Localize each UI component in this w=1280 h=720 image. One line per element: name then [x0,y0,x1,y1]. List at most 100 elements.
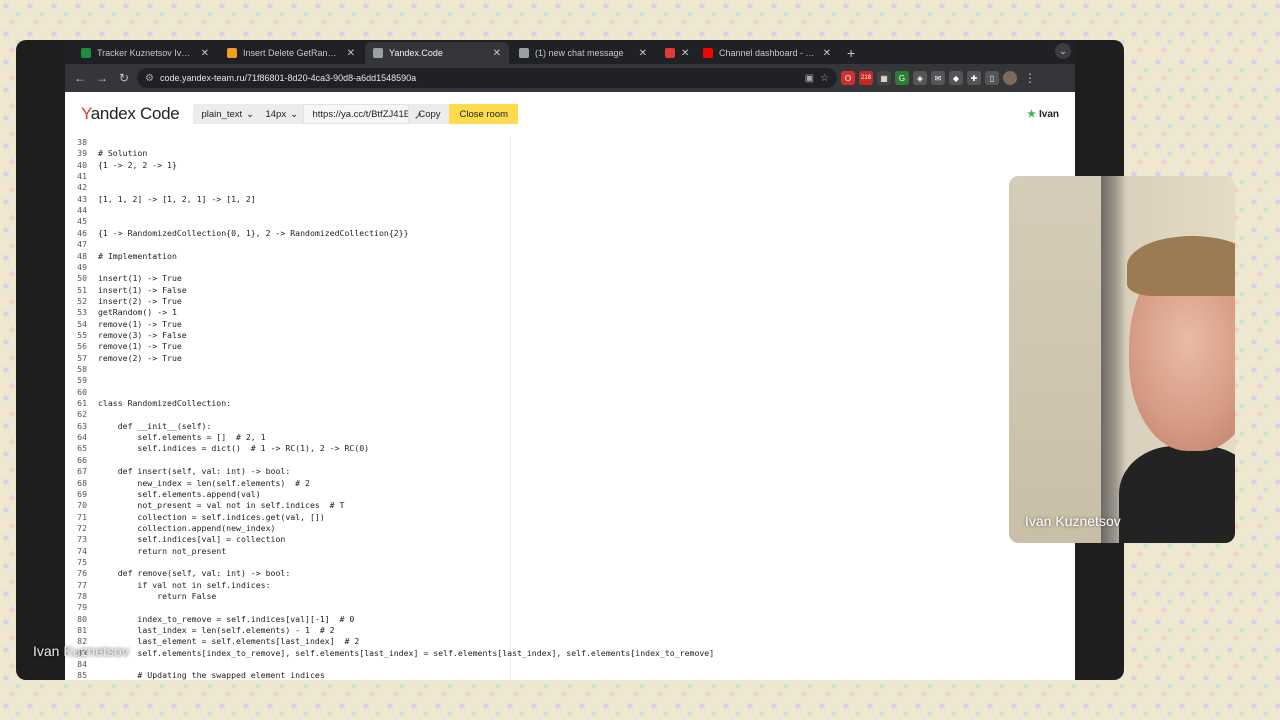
chevron-down-icon: ⌄ [246,108,255,120]
browser-tab[interactable]: Insert Delete GetRandom O(1) ✕ [219,42,363,64]
line-number: 54 [77,318,87,329]
browser-tab[interactable]: Tracker Kuznetsov Ivan - Goo ✕ [73,42,217,64]
line-number: 67 [77,466,87,477]
address-url: code.yandex-team.ru/71f86801-8d20-4ca3-9… [159,73,417,83]
tab-favicon-icon [227,48,237,58]
line-code: return False [98,591,217,601]
line-number: 69 [77,488,87,499]
line-number: 73 [77,534,87,545]
line-code: not_present = val not in self.indices # … [98,500,345,511]
tab-close-icon[interactable]: ✕ [493,48,501,59]
browser-menu-icon[interactable]: ⋮ [1021,69,1039,87]
line-number: 66 [77,454,87,465]
profile-avatar-icon[interactable] [1003,71,1017,85]
line-code: self.elements = [] # 2, 1 [98,432,266,443]
line-code: # Implementation [98,250,177,261]
code-line: 60 [65,387,98,398]
back-icon[interactable]: ← [71,69,89,87]
tab-close-icon[interactable]: ✕ [681,48,689,59]
extension-chat-icon[interactable]: ✉ [931,71,945,85]
font-size-select[interactable]: 14px ⌄ [257,104,303,124]
close-room-button[interactable]: Close room [449,104,519,124]
extension-grammar-icon[interactable]: G [895,71,909,85]
participant-name: Ivan Kuznetsov [1025,513,1121,529]
reload-icon[interactable]: ↻ [115,69,133,87]
line-number: 61 [77,398,87,409]
extension-grid-icon[interactable]: ▦ [877,71,891,85]
address-bar[interactable]: ⚙ code.yandex-team.ru/71f86801-8d20-4ca3… [137,68,837,88]
line-code: if val not in self.indices: [98,579,271,590]
code-editor[interactable]: 38 39 # Solution 40 {1 -> 2, 2 -> 1} 41 42 43 [1… [65,136,1075,680]
line-number: 81 [77,625,87,636]
browser-tab[interactable]: ✕ [657,42,693,64]
room-controls: plain_text ⌄ 14px ⌄ https://ya.cc/t/BtfZ… [193,104,519,124]
code-line: 62 [65,409,98,420]
line-number: 80 [77,613,87,624]
code-line: 81 last_index = len(self.elements) - 1 #… [65,625,334,636]
participant-video: Ivan Kuznetsov [1009,176,1235,543]
extension-badge-icon[interactable]: 218 [859,71,873,85]
line-number: 63 [77,420,87,431]
code-line: 65 self.indices = dict() # 1 -> RC(1), 2… [65,443,369,454]
code-line: 56 remove(1) -> True [65,341,182,352]
app-header: Yandex Code plain_text ⌄ 14px ⌄ https://… [65,92,1075,136]
line-number: 75 [77,556,87,567]
language-select[interactable]: plain_text ⌄ [193,104,257,124]
site-info-icon[interactable]: ⚙ [145,73,154,84]
tab-close-icon[interactable]: ✕ [639,48,647,59]
code-line: 67 def insert(self, val: int) -> bool: [65,466,290,477]
tab-close-icon[interactable]: ✕ [201,48,209,59]
code-line: 72 collection.append(new_index) [65,523,275,534]
line-number: 53 [77,307,87,318]
new-tab-button[interactable]: + [841,42,861,64]
line-code: self.indices = dict() # 1 -> RC(1), 2 ->… [98,443,370,454]
video-background-shadow [1101,176,1115,543]
code-line: 74 return not_present [65,546,226,557]
room-link-field[interactable]: https://ya.cc/t/BtfZJ41E [303,104,410,124]
extension-opera-icon[interactable]: O [841,71,855,85]
line-code: remove(2) -> True [98,352,182,363]
tab-close-icon[interactable]: ✕ [347,48,355,59]
browser-tab[interactable]: Yandex.Code ✕ [365,42,509,64]
tab-label: Channel dashboard - YouTube [719,48,817,58]
line-code: return not_present [98,545,227,556]
code-line: 42 [65,182,98,193]
line-code: index_to_remove = self.indices[val][-1] … [98,613,355,624]
code-line: 45 [65,216,98,227]
tab-favicon-icon [81,48,91,58]
code-line: 63 def __init__(self): [65,421,211,432]
browser-toolbar: ← → ↻ ⚙ code.yandex-team.ru/71f86801-8d2… [65,64,1075,92]
code-line: 49 [65,262,98,273]
yandex-code-logo: Yandex Code [81,104,180,124]
code-line: 75 [65,557,98,568]
sidepanel-icon[interactable]: ▯ [985,71,999,85]
extensions-puzzle-icon[interactable]: ✚ [967,71,981,85]
forward-icon[interactable]: → [93,69,111,87]
extension-shield-icon[interactable]: ◈ [913,71,927,85]
line-code: insert(1) -> False [98,284,187,295]
conference-frame: Tracker Kuznetsov Ivan - Goo✕Insert Dele… [16,40,1124,680]
language-value: plain_text [201,108,243,120]
browser-tab[interactable]: (1) new chat message ✕ [511,42,655,64]
logo-letter: Y [81,104,91,123]
current-user[interactable]: ★ Ivan [1027,109,1059,120]
line-number: 52 [77,295,87,306]
extension-pin-icon[interactable]: ◆ [949,71,963,85]
code-line: 70 not_present = val not in self.indices… [65,500,344,511]
line-number: 40 [77,159,87,170]
bookmark-star-icon[interactable]: ☆ [820,73,829,84]
line-number: 79 [77,602,87,613]
translate-icon[interactable]: ▣ [805,73,814,84]
code-line: 44 [65,205,98,216]
line-number: 64 [77,432,87,443]
line-code: remove(3) -> False [98,329,187,340]
line-number: 50 [77,273,87,284]
code-line: 58 [65,364,98,375]
code-line: 57 remove(2) -> True [65,353,182,364]
tab-close-icon[interactable]: ✕ [823,48,831,59]
tab-search-icon[interactable]: ⌄ [1055,43,1071,59]
line-number: 77 [77,579,87,590]
browser-tab[interactable]: Channel dashboard - YouTube ✕ [695,42,839,64]
line-number: 51 [77,284,87,295]
user-name: Ivan [1038,108,1059,120]
